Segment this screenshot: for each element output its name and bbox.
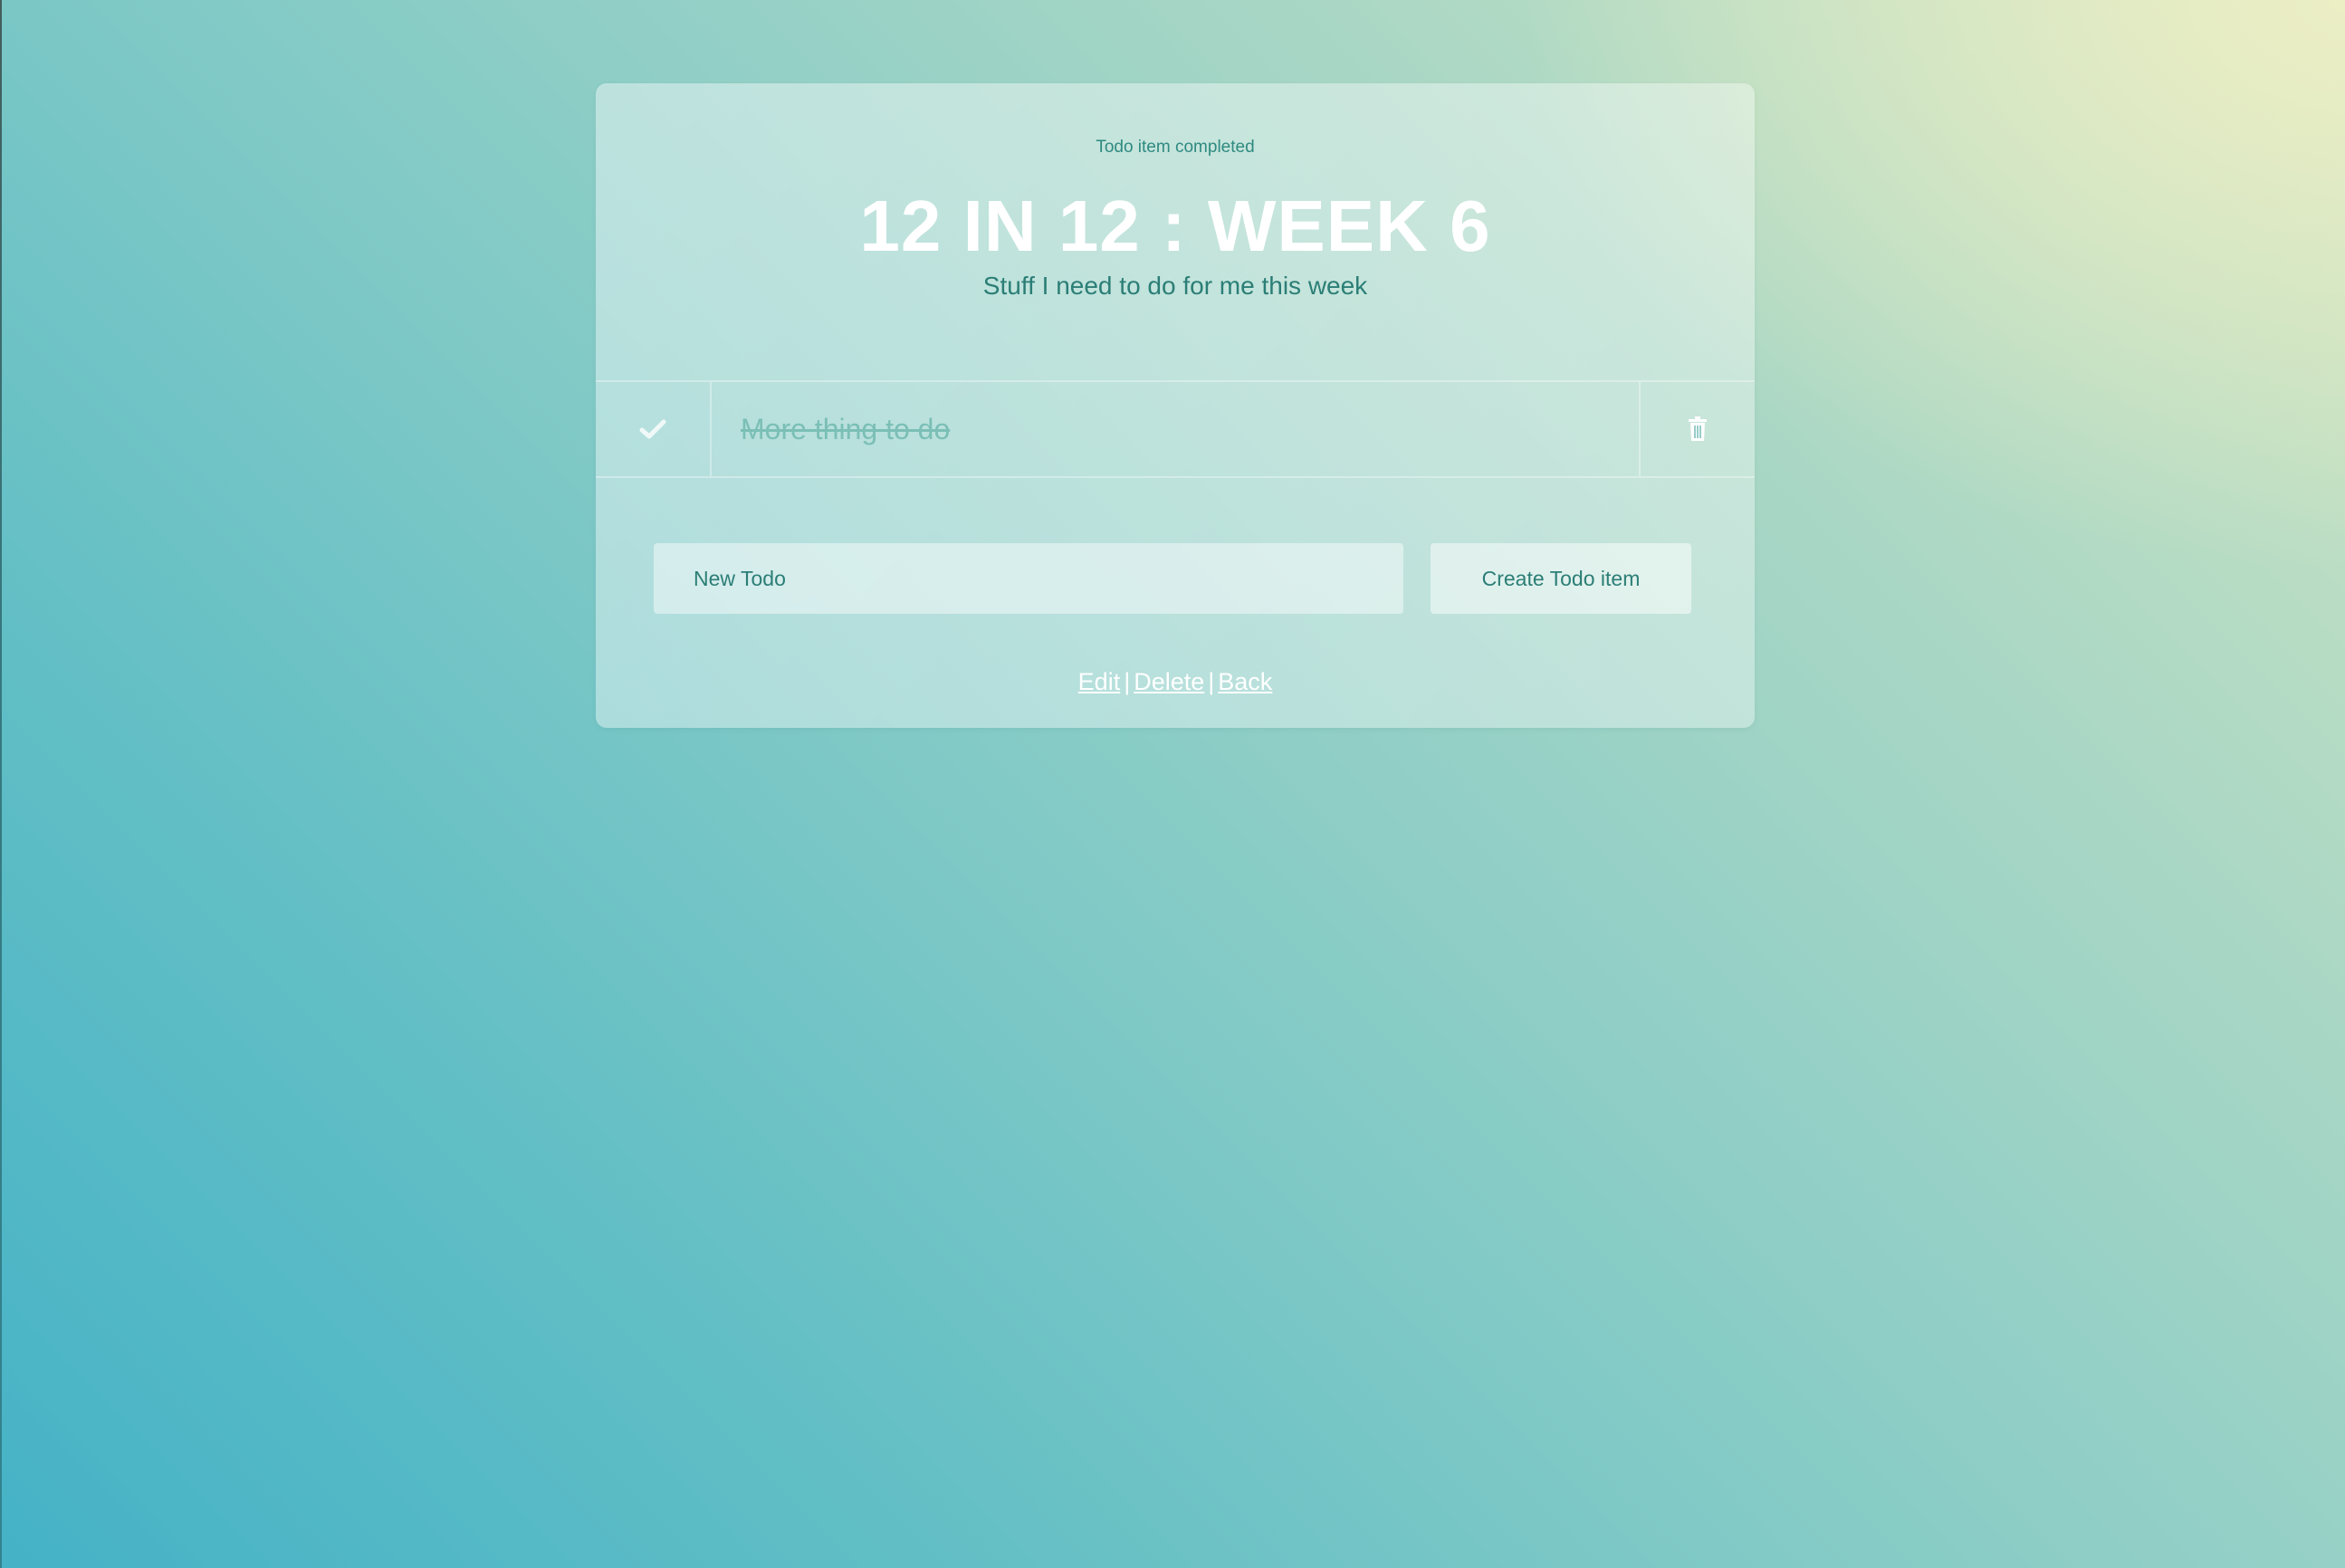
page-title: 12 IN 12 : WEEK 6 <box>859 186 1491 266</box>
delete-todo-button[interactable] <box>1639 382 1755 476</box>
footer-links: Edit | Delete | Back <box>596 668 1755 696</box>
page-subtitle: Stuff I need to do for me this week <box>982 272 1368 300</box>
flash-notice: Todo item completed <box>1096 138 1255 157</box>
complete-toggle-button[interactable] <box>596 382 712 476</box>
create-todo-button[interactable]: Create Todo item <box>1431 543 1691 614</box>
link-separator: | <box>1208 668 1215 695</box>
todo-list-card: Todo item completed 12 IN 12 : WEEK 6 St… <box>596 83 1755 728</box>
link-separator: | <box>1124 668 1131 695</box>
todo-item-text[interactable]: More thing to do <box>712 382 1639 476</box>
delete-link[interactable]: Delete <box>1134 668 1204 695</box>
back-link[interactable]: Back <box>1218 668 1272 695</box>
trash-icon <box>1689 416 1707 441</box>
window-edge <box>0 0 2 1568</box>
todo-item-row: More thing to do <box>596 380 1755 478</box>
check-icon <box>639 419 666 439</box>
edit-link[interactable]: Edit <box>1078 668 1121 695</box>
new-todo-input[interactable] <box>654 543 1403 614</box>
